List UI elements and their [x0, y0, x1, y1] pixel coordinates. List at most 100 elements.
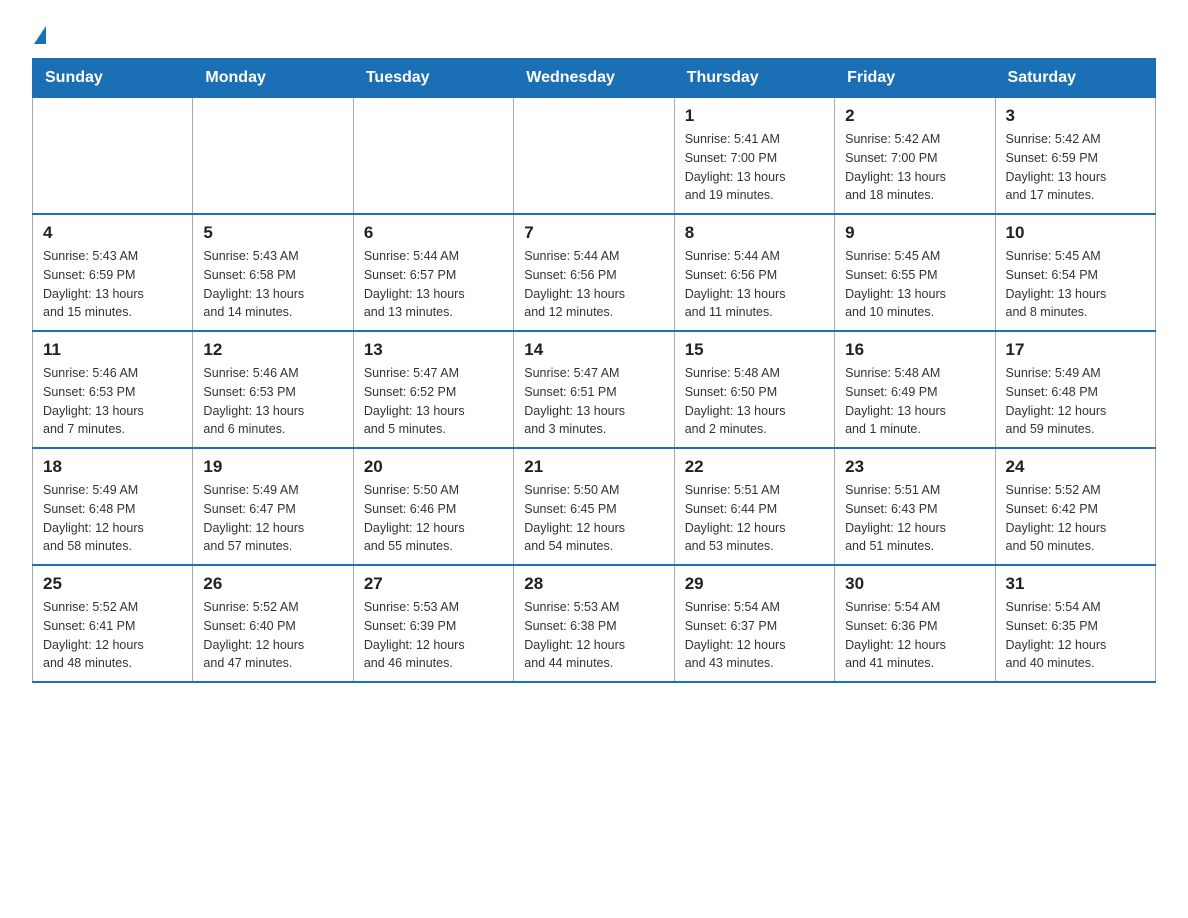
day-number: 8 — [685, 223, 824, 243]
calendar-cell: 27Sunrise: 5:53 AM Sunset: 6:39 PM Dayli… — [353, 565, 513, 682]
day-number: 14 — [524, 340, 663, 360]
day-number: 22 — [685, 457, 824, 477]
calendar-cell: 14 Sunrise: 5:47 AM Sunset: 6:51 PM Dayli… — [514, 331, 674, 448]
day-info: Sunrise: 5:53 AM Sunset: 6:38 PM Dayligh… — [524, 598, 663, 673]
calendar-cell: 25Sunrise: 5:52 AM Sunset: 6:41 PM Dayli… — [33, 565, 193, 682]
calendar-cell: 19Sunrise: 5:49 AM Sunset: 6:47 PM Dayli… — [193, 448, 353, 565]
page-header — [32, 24, 1156, 46]
day-info: Sunrise: 5:52 AM Sunset: 6:42 PM Dayligh… — [1006, 481, 1145, 556]
calendar-week-row: 4 Sunrise: 5:43 AM Sunset: 6:59 PM Daylig… — [33, 214, 1156, 331]
day-info: Sunrise: 5:49 AM Sunset: 6:48 PM Dayligh… — [43, 481, 182, 556]
day-number: 16 — [845, 340, 984, 360]
day-number: 9 — [845, 223, 984, 243]
day-info: Sunrise: 5:45 AM Sunset: 6:55 PM Dayligh… — [845, 247, 984, 322]
calendar-cell: 5 Sunrise: 5:43 AM Sunset: 6:58 PM Daylig… — [193, 214, 353, 331]
day-number: 21 — [524, 457, 663, 477]
day-number: 23 — [845, 457, 984, 477]
day-info: Sunrise: 5:54 AM Sunset: 6:36 PM Dayligh… — [845, 598, 984, 673]
calendar-cell: 3 Sunrise: 5:42 AM Sunset: 6:59 PM Daylig… — [995, 98, 1155, 215]
calendar-week-row: 25Sunrise: 5:52 AM Sunset: 6:41 PM Dayli… — [33, 565, 1156, 682]
day-of-week-header: Thursday — [674, 59, 834, 98]
calendar-cell — [353, 98, 513, 215]
calendar-cell — [514, 98, 674, 215]
calendar-cell: 16 Sunrise: 5:48 AM Sunset: 6:49 PM Dayli… — [835, 331, 995, 448]
day-number: 31 — [1006, 574, 1145, 594]
calendar-cell: 21 Sunrise: 5:50 AM Sunset: 6:45 PM Dayli… — [514, 448, 674, 565]
calendar-table: SundayMondayTuesdayWednesdayThursdayFrid… — [32, 58, 1156, 683]
logo — [32, 28, 46, 46]
calendar-cell: 22 Sunrise: 5:51 AM Sunset: 6:44 PM Dayli… — [674, 448, 834, 565]
day-number: 25 — [43, 574, 182, 594]
calendar-cell: 10 Sunrise: 5:45 AM Sunset: 6:54 PM Dayli… — [995, 214, 1155, 331]
day-of-week-header: Monday — [193, 59, 353, 98]
day-info: Sunrise: 5:42 AM Sunset: 6:59 PM Dayligh… — [1006, 130, 1145, 205]
calendar-cell: 4 Sunrise: 5:43 AM Sunset: 6:59 PM Daylig… — [33, 214, 193, 331]
day-number: 18 — [43, 457, 182, 477]
calendar-cell: 17 Sunrise: 5:49 AM Sunset: 6:48 PM Dayli… — [995, 331, 1155, 448]
day-info: Sunrise: 5:41 AM Sunset: 7:00 PM Dayligh… — [685, 130, 824, 205]
day-info: Sunrise: 5:47 AM Sunset: 6:51 PM Dayligh… — [524, 364, 663, 439]
calendar-cell: 20 Sunrise: 5:50 AM Sunset: 6:46 PM Dayli… — [353, 448, 513, 565]
calendar-cell: 6 Sunrise: 5:44 AM Sunset: 6:57 PM Daylig… — [353, 214, 513, 331]
day-info: Sunrise: 5:48 AM Sunset: 6:49 PM Dayligh… — [845, 364, 984, 439]
day-info: Sunrise: 5:47 AM Sunset: 6:52 PM Dayligh… — [364, 364, 503, 439]
calendar-cell: 18 Sunrise: 5:49 AM Sunset: 6:48 PM Dayli… — [33, 448, 193, 565]
day-number: 28 — [524, 574, 663, 594]
calendar-cell: 26Sunrise: 5:52 AM Sunset: 6:40 PM Dayli… — [193, 565, 353, 682]
day-info: Sunrise: 5:45 AM Sunset: 6:54 PM Dayligh… — [1006, 247, 1145, 322]
day-number: 17 — [1006, 340, 1145, 360]
day-of-week-header: Tuesday — [353, 59, 513, 98]
day-of-week-header: Saturday — [995, 59, 1155, 98]
day-number: 30 — [845, 574, 984, 594]
day-info: Sunrise: 5:48 AM Sunset: 6:50 PM Dayligh… — [685, 364, 824, 439]
day-info: Sunrise: 5:42 AM Sunset: 7:00 PM Dayligh… — [845, 130, 984, 205]
day-number: 12 — [203, 340, 342, 360]
day-number: 10 — [1006, 223, 1145, 243]
day-info: Sunrise: 5:49 AM Sunset: 6:48 PM Dayligh… — [1006, 364, 1145, 439]
day-info: Sunrise: 5:44 AM Sunset: 6:57 PM Dayligh… — [364, 247, 503, 322]
day-info: Sunrise: 5:44 AM Sunset: 6:56 PM Dayligh… — [685, 247, 824, 322]
day-number: 29 — [685, 574, 824, 594]
day-info: Sunrise: 5:46 AM Sunset: 6:53 PM Dayligh… — [43, 364, 182, 439]
day-info: Sunrise: 5:50 AM Sunset: 6:46 PM Dayligh… — [364, 481, 503, 556]
day-number: 3 — [1006, 106, 1145, 126]
calendar-cell: 23 Sunrise: 5:51 AM Sunset: 6:43 PM Dayli… — [835, 448, 995, 565]
calendar-cell: 24Sunrise: 5:52 AM Sunset: 6:42 PM Dayli… — [995, 448, 1155, 565]
day-info: Sunrise: 5:43 AM Sunset: 6:59 PM Dayligh… — [43, 247, 182, 322]
day-info: Sunrise: 5:51 AM Sunset: 6:44 PM Dayligh… — [685, 481, 824, 556]
calendar-week-row: 1 Sunrise: 5:41 AM Sunset: 7:00 PM Daylig… — [33, 98, 1156, 215]
calendar-cell: 13 Sunrise: 5:47 AM Sunset: 6:52 PM Dayli… — [353, 331, 513, 448]
day-number: 1 — [685, 106, 824, 126]
day-number: 20 — [364, 457, 503, 477]
calendar-cell: 11Sunrise: 5:46 AM Sunset: 6:53 PM Dayli… — [33, 331, 193, 448]
calendar-week-row: 11Sunrise: 5:46 AM Sunset: 6:53 PM Dayli… — [33, 331, 1156, 448]
day-info: Sunrise: 5:53 AM Sunset: 6:39 PM Dayligh… — [364, 598, 503, 673]
calendar-cell: 2 Sunrise: 5:42 AM Sunset: 7:00 PM Daylig… — [835, 98, 995, 215]
day-info: Sunrise: 5:46 AM Sunset: 6:53 PM Dayligh… — [203, 364, 342, 439]
day-info: Sunrise: 5:51 AM Sunset: 6:43 PM Dayligh… — [845, 481, 984, 556]
calendar-cell: 12 Sunrise: 5:46 AM Sunset: 6:53 PM Dayli… — [193, 331, 353, 448]
calendar-cell: 1 Sunrise: 5:41 AM Sunset: 7:00 PM Daylig… — [674, 98, 834, 215]
day-number: 2 — [845, 106, 984, 126]
calendar-cell: 31 Sunrise: 5:54 AM Sunset: 6:35 PM Dayli… — [995, 565, 1155, 682]
day-number: 13 — [364, 340, 503, 360]
day-number: 26 — [203, 574, 342, 594]
day-of-week-header: Sunday — [33, 59, 193, 98]
day-info: Sunrise: 5:54 AM Sunset: 6:37 PM Dayligh… — [685, 598, 824, 673]
day-number: 19 — [203, 457, 342, 477]
calendar-week-row: 18 Sunrise: 5:49 AM Sunset: 6:48 PM Dayli… — [33, 448, 1156, 565]
calendar-cell: 28 Sunrise: 5:53 AM Sunset: 6:38 PM Dayli… — [514, 565, 674, 682]
calendar-cell: 15Sunrise: 5:48 AM Sunset: 6:50 PM Dayli… — [674, 331, 834, 448]
calendar-cell: 9 Sunrise: 5:45 AM Sunset: 6:55 PM Daylig… — [835, 214, 995, 331]
day-info: Sunrise: 5:50 AM Sunset: 6:45 PM Dayligh… — [524, 481, 663, 556]
calendar-cell — [193, 98, 353, 215]
day-number: 6 — [364, 223, 503, 243]
day-number: 4 — [43, 223, 182, 243]
calendar-cell — [33, 98, 193, 215]
day-info: Sunrise: 5:54 AM Sunset: 6:35 PM Dayligh… — [1006, 598, 1145, 673]
day-number: 5 — [203, 223, 342, 243]
calendar-cell: 30 Sunrise: 5:54 AM Sunset: 6:36 PM Dayli… — [835, 565, 995, 682]
day-info: Sunrise: 5:43 AM Sunset: 6:58 PM Dayligh… — [203, 247, 342, 322]
calendar-cell: 8 Sunrise: 5:44 AM Sunset: 6:56 PM Daylig… — [674, 214, 834, 331]
day-number: 7 — [524, 223, 663, 243]
